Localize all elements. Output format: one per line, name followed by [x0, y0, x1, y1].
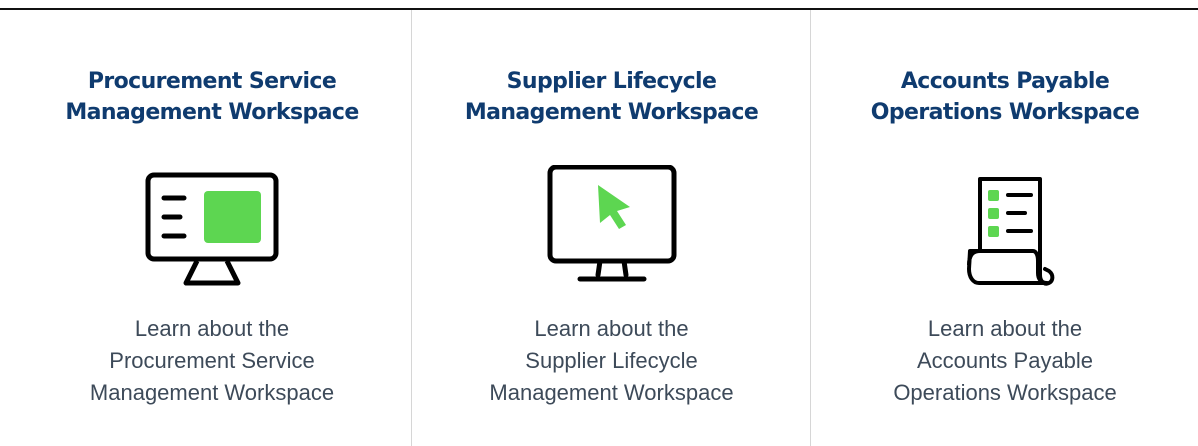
- card-accounts-payable-operations: Accounts Payable Operations Workspace Le…: [810, 10, 1198, 446]
- card-description: Learn about the Accounts Payable Operati…: [893, 316, 1117, 405]
- accounts-payable-workspace-link[interactable]: Accounts Payable Operations Workspace Le…: [811, 10, 1198, 446]
- card-title: Supplier Lifecycle Management Workspace: [464, 69, 759, 125]
- card-supplier-lifecycle-management: Supplier Lifecycle Management Workspace …: [411, 10, 811, 446]
- card-title: Procurement Service Management Workspace: [65, 69, 359, 125]
- monitor-cursor-icon: [547, 165, 676, 282]
- supplier-workspace-link[interactable]: Supplier Lifecycle Management Workspace …: [412, 10, 811, 446]
- monitor-dashboard-icon: [145, 172, 279, 286]
- workspace-cards: Procurement Service Management Workspace…: [0, 10, 1198, 446]
- card-title: Accounts Payable Operations Workspace: [870, 69, 1140, 125]
- document-list-icon: [967, 177, 1055, 286]
- card-description: Learn about the Procurement Service Mana…: [89, 316, 335, 405]
- procurement-workspace-link[interactable]: Procurement Service Management Workspace…: [13, 10, 411, 446]
- card-description: Learn about the Supplier Lifecycle Manag…: [489, 316, 734, 405]
- card-procurement-service-management: Procurement Service Management Workspace…: [13, 10, 411, 446]
